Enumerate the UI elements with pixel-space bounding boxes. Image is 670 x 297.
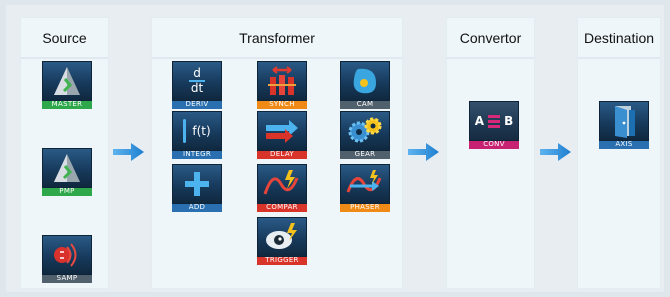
destination-header: Destination — [578, 18, 660, 59]
convertor-header: Convertor — [447, 18, 534, 59]
convertor-column: Convertor — [446, 17, 535, 289]
block-samp[interactable]: SAMP — [42, 235, 92, 283]
trigger-label: TRIGGER — [257, 256, 307, 265]
flow-arrow-icon — [408, 143, 439, 161]
block-gear[interactable]: GEAR — [340, 111, 390, 159]
integr-fn-text: f(t) — [192, 124, 211, 138]
synch-label: SYNCH — [257, 100, 307, 109]
block-trigger[interactable]: TRIGGER — [257, 217, 307, 265]
conv-b-text: B — [504, 114, 514, 128]
compare-wave-icon — [257, 164, 307, 204]
block-conv[interactable]: A B CONV — [469, 101, 519, 149]
add-label: ADD — [172, 203, 222, 212]
conv-a-text: A — [474, 114, 485, 128]
block-integr[interactable]: f(t) INTEGR — [172, 111, 222, 159]
block-phaser[interactable]: PHASER — [340, 164, 390, 212]
block-pmp[interactable]: PMP — [42, 148, 92, 196]
delay-arrow-icon — [257, 111, 307, 151]
synch-icon — [257, 61, 307, 101]
conv-equal-bars — [488, 114, 501, 128]
conv-label: CONV — [469, 140, 519, 149]
block-deriv[interactable]: d dt DERIV — [172, 61, 222, 109]
trigger-eye-icon — [257, 217, 307, 257]
block-delay[interactable]: DELAY — [257, 111, 307, 159]
destination-column: Destination — [577, 17, 661, 289]
cam-label: CAM — [340, 100, 390, 109]
pmp-pyramid-icon — [42, 148, 92, 188]
phaser-label: PHASER — [340, 203, 390, 212]
block-cam[interactable]: CAM — [340, 61, 390, 109]
compar-label: COMPAR — [257, 203, 307, 212]
derivative-icon: d dt — [172, 61, 222, 101]
block-master[interactable]: MASTER — [42, 61, 92, 109]
axis-label: AXIS — [599, 140, 649, 149]
block-add[interactable]: ADD — [172, 164, 222, 212]
gear-label: GEAR — [340, 150, 390, 159]
block-synch[interactable]: SYNCH — [257, 61, 307, 109]
deriv-d-text: d — [193, 66, 201, 80]
integral-icon: f(t) — [172, 111, 222, 151]
cam-icon — [340, 61, 390, 101]
gears-icon — [340, 111, 390, 151]
block-compar[interactable]: COMPAR — [257, 164, 307, 212]
delay-label: DELAY — [257, 150, 307, 159]
transformer-header: Transformer — [152, 18, 402, 59]
flow-arrow-icon — [113, 143, 144, 161]
source-header: Source — [21, 18, 108, 59]
axis-door-icon — [599, 101, 649, 141]
plus-icon — [172, 164, 222, 204]
flow-arrow-icon — [540, 143, 571, 161]
block-axis[interactable]: AXIS — [599, 101, 649, 149]
phaser-icon — [340, 164, 390, 204]
sampling-wave-icon — [42, 235, 92, 275]
master-label: MASTER — [42, 100, 92, 109]
integral-sign — [183, 119, 187, 143]
integr-label: INTEGR — [172, 150, 222, 159]
deriv-label: DERIV — [172, 100, 222, 109]
diagram-canvas: Source Transformer Convertor Destination… — [6, 5, 664, 292]
convert-icon: A B — [469, 101, 519, 141]
samp-label: SAMP — [42, 274, 92, 283]
deriv-dt-text: dt — [190, 81, 204, 95]
master-pyramid-icon — [42, 61, 92, 101]
pmp-label: PMP — [42, 187, 92, 196]
